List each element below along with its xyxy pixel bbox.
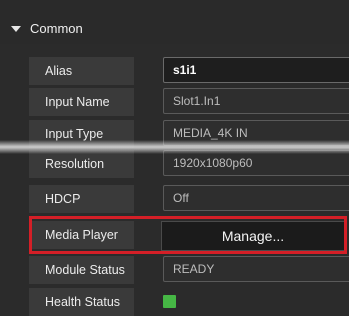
- chevron-down-icon[interactable]: [11, 26, 21, 32]
- input-name-field[interactable]: Slot1.In1: [163, 88, 349, 114]
- property-row-input-name: Input Name Slot1.In1: [29, 88, 349, 116]
- property-label-hdcp: HDCP: [45, 192, 81, 206]
- property-row-health-status: Health Status: [29, 288, 349, 316]
- property-row-module-status: Module Status READY: [29, 256, 349, 284]
- property-label-module-status: Module Status: [45, 263, 125, 277]
- property-label-health-status: Health Status: [45, 295, 121, 309]
- resolution-field: 1920x1080p60: [163, 150, 349, 176]
- property-row-hdcp: HDCP Off: [29, 185, 349, 213]
- manage-button[interactable]: Manage...: [161, 221, 345, 251]
- property-label-alias: Alias: [45, 64, 73, 78]
- property-row-resolution: Resolution 1920x1080p60: [29, 150, 349, 178]
- property-label-input-name: Input Name: [45, 95, 110, 109]
- property-row-input-type: Input Type MEDIA_4K IN: [29, 120, 349, 148]
- property-label-resolution: Resolution: [45, 157, 105, 171]
- properties-panel: Common Alias s1i1 Input Name Slot1.In1 I…: [0, 0, 349, 316]
- section-title: Common: [30, 21, 83, 36]
- input-type-field: MEDIA_4K IN: [163, 120, 349, 146]
- property-row-alias: Alias s1i1: [29, 57, 349, 85]
- section-header-common[interactable]: Common: [0, 0, 349, 44]
- module-status-field: READY: [163, 256, 349, 282]
- property-label-media-player: Media Player: [45, 228, 118, 242]
- alias-field[interactable]: s1i1: [163, 57, 349, 83]
- hdcp-field[interactable]: Off: [163, 185, 349, 211]
- property-label-input-type: Input Type: [45, 127, 104, 141]
- health-status-indicator-icon: [163, 295, 176, 308]
